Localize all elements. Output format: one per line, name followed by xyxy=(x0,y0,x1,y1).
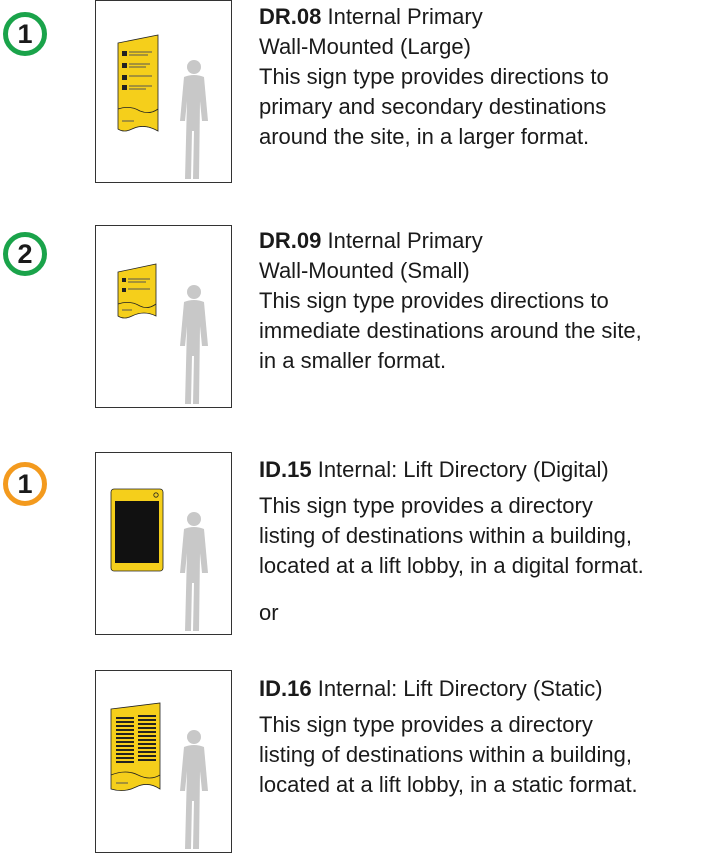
sign-code: DR.08 xyxy=(259,4,322,29)
entry-title: DR.08 Internal Primary xyxy=(259,2,727,32)
entry-title: ID.16 Internal: Lift Directory (Static) xyxy=(259,674,727,704)
title-line-1: Internal Primary xyxy=(321,4,483,29)
large-wall-sign-icon xyxy=(117,34,208,179)
title-line-2: Wall-Mounted (Small) xyxy=(259,258,470,283)
sign-illustration-frame xyxy=(95,670,232,853)
entry-text: DR.09 Internal Primary Wall-Mounted (Sma… xyxy=(259,226,727,376)
sign-code: DR.09 xyxy=(259,228,322,253)
digital-directory-icon xyxy=(110,488,208,631)
desc-line: This sign type provides directions to xyxy=(259,64,609,89)
sign-illustration-frame xyxy=(95,0,232,183)
desc-line: This sign type provides a directory xyxy=(259,712,593,737)
desc-line: immediate destinations around the site, xyxy=(259,318,642,343)
sign-code: ID.16 xyxy=(259,676,312,701)
title-line-2: Wall-Mounted (Large) xyxy=(259,34,471,59)
desc-line: located at a lift lobby, in a digital fo… xyxy=(259,553,644,578)
desc-line: primary and secondary destinations xyxy=(259,94,607,119)
title-line-1: Internal Primary xyxy=(321,228,483,253)
title-line-1: Internal: Lift Directory (Digital) xyxy=(311,457,609,482)
desc-line: This sign type provides a directory xyxy=(259,493,593,518)
entry-text: ID.16 Internal: Lift Directory (Static) … xyxy=(259,674,727,800)
small-wall-sign-icon xyxy=(117,263,208,404)
entry-text: ID.15 Internal: Lift Directory (Digital)… xyxy=(259,455,727,581)
entry-title: DR.09 Internal Primary xyxy=(259,226,727,256)
desc-line: located at a lift lobby, in a static for… xyxy=(259,772,638,797)
number-badge: 1 xyxy=(3,462,47,506)
desc-line: around the site, in a larger format. xyxy=(259,124,590,149)
sign-code: ID.15 xyxy=(259,457,312,482)
desc-line: listing of destinations within a buildin… xyxy=(259,523,633,548)
title-line-1: Internal: Lift Directory (Static) xyxy=(311,676,603,701)
desc-line: listing of destinations within a buildin… xyxy=(259,742,633,767)
entry-title: ID.15 Internal: Lift Directory (Digital) xyxy=(259,455,727,485)
or-separator: or xyxy=(259,600,279,625)
desc-line: This sign type provides directions to xyxy=(259,288,609,313)
entry-text: DR.08 Internal Primary Wall-Mounted (Lar… xyxy=(259,2,727,152)
static-directory-icon xyxy=(110,702,208,849)
number-badge: 1 xyxy=(3,12,47,56)
desc-line: in a smaller format. xyxy=(259,348,447,373)
sign-illustration-frame xyxy=(95,225,232,408)
number-badge: 2 xyxy=(3,232,47,276)
sign-illustration-frame xyxy=(95,452,232,635)
